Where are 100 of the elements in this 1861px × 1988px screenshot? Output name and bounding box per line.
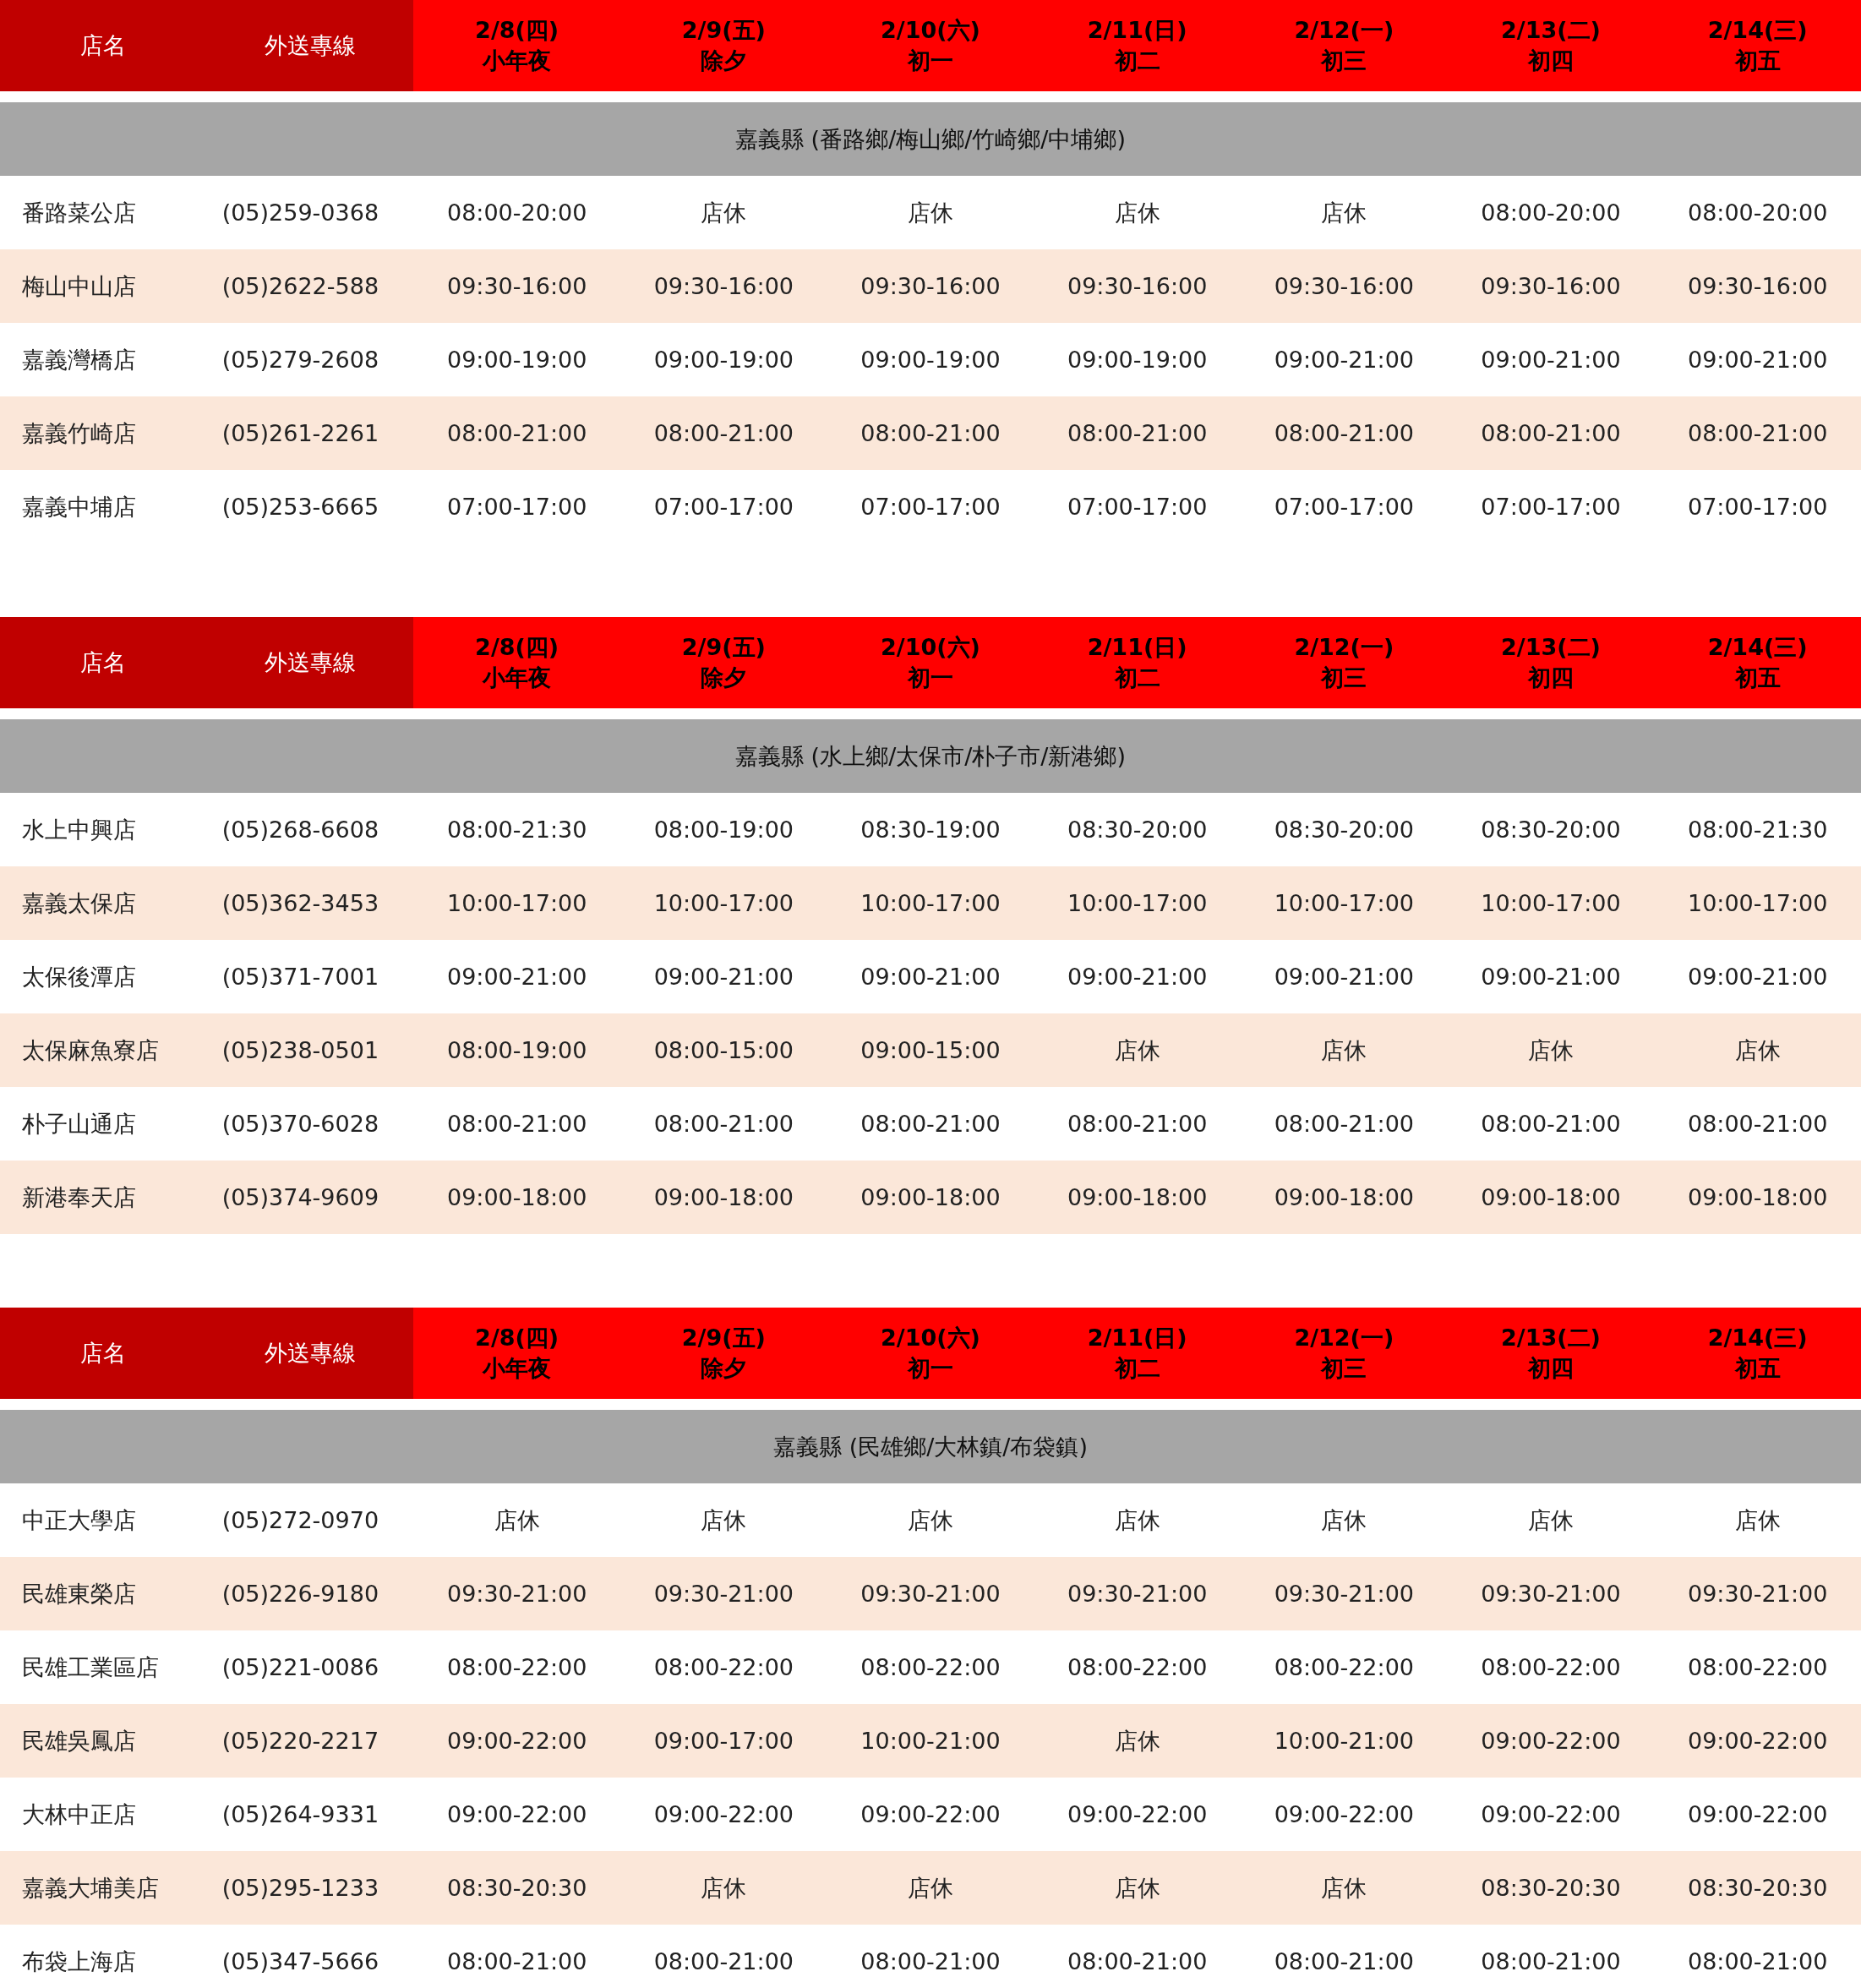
phone-number: (05)259-0368 <box>221 199 380 227</box>
hours-cell-text: 09:00-21:00 <box>1686 963 1829 991</box>
column-header: 2/10(六) 初一 <box>827 1308 1034 1399</box>
store-name: 民雄工業區店 <box>21 1652 160 1682</box>
hours-cell-text: 09:30-21:00 <box>1066 1580 1209 1608</box>
hours-cell-text: 店休 <box>700 198 748 227</box>
column-header: 2/13(二) 初四 <box>1447 0 1655 91</box>
hours-cell-text: 09:00-18:00 <box>445 1183 588 1212</box>
column-header: 2/9(五) 除夕 <box>620 1308 827 1399</box>
hours-cell-text: 09:30-16:00 <box>1480 272 1622 301</box>
phone-number: (05)279-2608 <box>221 346 380 374</box>
hours-cell-text: 09:00-21:00 <box>1273 346 1415 374</box>
hours-cell-text: 店休 <box>1113 1505 1161 1535</box>
column-header: 2/11(日) 初二 <box>1034 617 1241 708</box>
hours-cell-text: 10:00-17:00 <box>1066 889 1209 918</box>
store-name: 嘉義太保店 <box>21 888 137 918</box>
column-header: 2/14(三) 初五 <box>1654 0 1861 91</box>
phone-number: (05)253-6665 <box>221 493 380 522</box>
hours-cell-text: 08:00-21:00 <box>1480 1110 1622 1139</box>
hours-cell-text: 08:00-22:00 <box>860 1653 1001 1682</box>
hours-cell-text: 09:00-19:00 <box>860 346 1001 374</box>
store-name: 朴子山通店 <box>21 1109 137 1139</box>
phone-number: (05)261-2261 <box>221 419 380 448</box>
phone-number: (05)221-0086 <box>221 1653 380 1682</box>
hours-cell-text: 09:00-22:00 <box>1686 1800 1829 1829</box>
hours-cell-text: 08:00-21:00 <box>860 419 1001 448</box>
hours-cell-text: 店休 <box>1527 1035 1574 1065</box>
hours-cell-text: 08:30-20:30 <box>1480 1874 1622 1903</box>
hours-cell-text: 店休 <box>700 1505 748 1535</box>
phone-number: (05)374-9609 <box>221 1183 380 1212</box>
store-name: 中正大學店 <box>21 1505 137 1535</box>
hours-cell-text: 09:00-18:00 <box>860 1183 1001 1212</box>
hours-cell-text: 09:00-18:00 <box>1273 1183 1415 1212</box>
hours-cell-text: 09:00-21:00 <box>1480 346 1622 374</box>
column-header: 2/11(日) 初二 <box>1034 0 1241 91</box>
hours-cell-text: 09:00-15:00 <box>860 1036 1001 1065</box>
store-name: 嘉義中埔店 <box>21 492 137 522</box>
store-name: 新港奉天店 <box>21 1182 137 1212</box>
hours-cell-text: 09:30-21:00 <box>652 1580 794 1608</box>
hours-cell-text: 店休 <box>700 1873 748 1903</box>
column-header: 店名 <box>0 617 207 708</box>
hours-cell-text: 09:00-21:00 <box>1480 963 1622 991</box>
column-header: 2/8(四) 小年夜 <box>413 1308 620 1399</box>
phone-number: (05)371-7001 <box>221 963 380 991</box>
hours-cell-text: 09:30-21:00 <box>1273 1580 1415 1608</box>
hours-cell-text: 10:00-17:00 <box>1480 889 1622 918</box>
hours-cell-text: 09:00-22:00 <box>860 1800 1001 1829</box>
hours-cell-text: 08:00-21:00 <box>1273 1947 1415 1976</box>
hours-cell-text: 08:00-21:00 <box>445 1947 588 1976</box>
hours-cell-text: 08:00-21:00 <box>1480 419 1622 448</box>
hours-cell-text: 店休 <box>907 198 954 227</box>
column-header: 外送專線 <box>206 617 414 708</box>
phone-number: (05)268-6608 <box>221 816 380 844</box>
hours-cell-text: 07:00-17:00 <box>1480 493 1622 522</box>
phone-number: (05)220-2217 <box>221 1727 380 1756</box>
hours-cell-text: 08:30-20:00 <box>1273 816 1415 844</box>
phone-number: (05)272-0970 <box>221 1506 380 1535</box>
hours-cell-text: 08:00-21:00 <box>1066 419 1209 448</box>
column-header: 2/13(二) 初四 <box>1447 617 1655 708</box>
hours-cell-text: 08:00-22:00 <box>1480 1653 1622 1682</box>
hours-cell-text: 09:30-16:00 <box>1273 272 1415 301</box>
region-heading: 嘉義縣 (民雄鄉/大林鎮/布袋鎮) <box>0 1410 1861 1483</box>
hours-cell-text: 09:00-19:00 <box>1066 346 1209 374</box>
column-header: 店名 <box>0 0 207 91</box>
hours-cell-text: 店休 <box>493 1505 541 1535</box>
hours-cell-text: 08:00-22:00 <box>1066 1653 1209 1682</box>
phone-number: (05)347-5666 <box>221 1947 380 1976</box>
store-name: 嘉義大埔美店 <box>21 1873 160 1903</box>
hours-cell-text: 09:00-22:00 <box>1686 1727 1829 1756</box>
store-name: 太保麻魚寮店 <box>21 1035 160 1065</box>
hours-cell-text: 店休 <box>907 1873 954 1903</box>
hours-cell-text: 08:00-21:00 <box>652 419 794 448</box>
hours-cell-text: 08:00-19:00 <box>652 816 794 844</box>
hours-cell-text: 08:00-21:00 <box>1686 419 1829 448</box>
hours-cell-text: 09:00-17:00 <box>652 1727 794 1756</box>
hours-cell-text: 10:00-21:00 <box>860 1727 1001 1756</box>
hours-cell-text: 08:00-21:00 <box>445 1110 588 1139</box>
hours-cell-text: 08:30-20:30 <box>445 1874 588 1903</box>
hours-cell-text: 08:00-20:00 <box>445 199 588 227</box>
hours-cell-text: 08:00-21:00 <box>1686 1110 1829 1139</box>
hours-cell-text: 店休 <box>1113 1726 1161 1756</box>
hours-cell-text: 09:30-16:00 <box>1066 272 1209 301</box>
hours-cell-text: 09:30-21:00 <box>860 1580 1001 1608</box>
hours-cell-text: 09:00-21:00 <box>1066 963 1209 991</box>
hours-cell-text: 10:00-17:00 <box>860 889 1001 918</box>
region-heading: 嘉義縣 (水上鄉/太保市/朴子市/新港鄉) <box>0 719 1861 793</box>
column-header: 2/8(四) 小年夜 <box>413 617 620 708</box>
column-header: 2/10(六) 初一 <box>827 0 1034 91</box>
hours-cell-text: 店休 <box>1113 1873 1161 1903</box>
column-header: 2/12(一) 初三 <box>1241 0 1448 91</box>
hours-cell-text: 08:00-21:00 <box>1066 1110 1209 1139</box>
hours-cell-text: 09:30-16:00 <box>860 272 1001 301</box>
hours-cell-text: 09:00-18:00 <box>1480 1183 1622 1212</box>
hours-cell-text: 09:00-22:00 <box>445 1727 588 1756</box>
hours-cell-text: 09:00-22:00 <box>1273 1800 1415 1829</box>
phone-number: (05)370-6028 <box>221 1110 380 1139</box>
hours-cell-text: 08:00-21:30 <box>445 816 588 844</box>
hours-cell-text: 08:30-20:30 <box>1686 1874 1829 1903</box>
hours-cell-text: 10:00-17:00 <box>652 889 794 918</box>
hours-cell-text: 09:00-19:00 <box>445 346 588 374</box>
